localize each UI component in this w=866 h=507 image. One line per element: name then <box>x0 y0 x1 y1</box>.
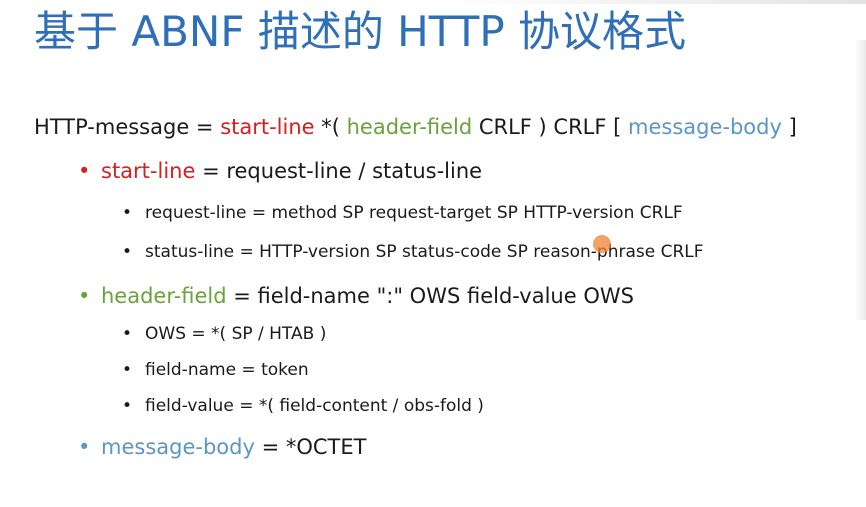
header-field-rest: = field-name ":" OWS field-value OWS <box>226 284 634 308</box>
bullet-icon: • <box>122 324 133 344</box>
status-line-text: status-line = HTTP-version SP status-cod… <box>145 242 704 262</box>
top-edge-shadow <box>440 0 866 4</box>
field-name-text: field-name = token <box>145 360 309 380</box>
ows-text: OWS = *( SP / HTAB ) <box>145 324 327 344</box>
request-line-text: request-line = method SP request-target … <box>145 203 683 223</box>
status-line-item: • status-line = HTTP-version SP status-co… <box>122 239 704 265</box>
pointer-cursor-icon <box>593 235 611 253</box>
rule-star-open: *( <box>314 115 347 139</box>
rule-crlf-close: CRLF ) CRLF [ <box>472 115 628 139</box>
rule-header-field: header-field <box>346 115 473 139</box>
message-body-rest: = *OCTET <box>254 435 367 459</box>
bullet-icon: • <box>122 203 133 223</box>
field-name-item: • field-name = token <box>122 357 309 383</box>
start-line-definition: • start-line = request-line / status-line <box>78 156 482 186</box>
header-field-name: header-field <box>101 284 227 308</box>
message-body-definition: • message-body = *OCTET <box>78 432 366 462</box>
bullet-icon: • <box>122 360 133 380</box>
field-value-item: • field-value = *( field-content / obs-fo… <box>122 393 484 419</box>
rule-close-bracket: ] <box>781 115 797 139</box>
start-line-rest: = request-line / status-line <box>195 159 483 183</box>
request-line-item: • request-line = method SP request-target… <box>122 200 683 226</box>
http-message-rule: HTTP-message = start-line *( header-fiel… <box>34 112 797 142</box>
rule-equals: = <box>189 115 221 139</box>
rule-message-body: message-body <box>628 115 782 139</box>
rule-lhs: HTTP-message <box>34 115 190 139</box>
start-line-name: start-line <box>101 159 196 183</box>
rule-start-line: start-line <box>220 115 315 139</box>
bullet-icon: • <box>78 435 91 459</box>
message-body-name: message-body <box>101 435 255 459</box>
header-field-definition: • header-field = field-name ":" OWS field… <box>78 281 634 311</box>
ows-item: • OWS = *( SP / HTAB ) <box>122 321 326 347</box>
right-edge-shadow <box>854 40 866 320</box>
bullet-icon: • <box>78 159 91 183</box>
bullet-icon: • <box>78 284 91 308</box>
bullet-icon: • <box>122 242 133 262</box>
bullet-icon: • <box>122 396 133 416</box>
slide-title: 基于 ABNF 描述的 HTTP 协议格式 <box>34 7 687 56</box>
field-value-text: field-value = *( field-content / obs-fol… <box>145 396 484 416</box>
